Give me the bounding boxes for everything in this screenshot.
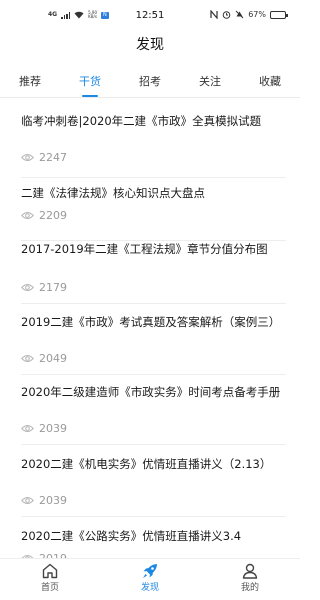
article-title[interactable]: 2020二建《公路实务》优情班直播讲义3.4 — [21, 528, 283, 545]
view-count: 2179 — [39, 281, 67, 294]
eye-icon — [21, 425, 34, 432]
alarm-icon — [222, 11, 231, 19]
list-item[interactable]: 临考冲刺卷|2020年二建《市政》全真模拟试题 2247 — [0, 98, 300, 178]
status-bar: 4G 5.90 KB/s N 12:51 67% — [0, 0, 300, 30]
mute-icon — [235, 10, 244, 19]
list-divider — [21, 303, 286, 304]
article-views: 2179 — [21, 281, 67, 294]
home-icon — [42, 563, 58, 579]
nfc-icon — [210, 10, 218, 19]
tab-recommend[interactable]: 推荐 — [19, 73, 41, 89]
list-divider — [21, 516, 286, 517]
list-item[interactable]: 2017-2019年二建《工程法规》章节分值分布图 2179 — [0, 241, 300, 317]
tab-favorites[interactable]: 收藏 — [259, 73, 281, 89]
list-item[interactable]: 2020二建《公路实务》优情班直播讲义3.4 2019 — [0, 526, 300, 558]
nav-profile-label: 我的 — [240, 583, 259, 593]
view-count: 2247 — [39, 151, 67, 164]
eye-icon — [21, 497, 34, 504]
battery-icon — [270, 10, 288, 19]
article-views: 2247 — [21, 151, 67, 164]
list-item[interactable]: 二建《法律法规》核心知识点大盘点 2209 — [0, 178, 300, 241]
tab-recruitment[interactable]: 招考 — [139, 73, 161, 89]
nav-discover-label: 发现 — [140, 583, 159, 593]
article-views: 2209 — [21, 209, 67, 222]
nav-profile[interactable]: 我的 — [220, 562, 280, 594]
view-count: 2209 — [39, 209, 67, 222]
list-item[interactable]: 2019二建《市政》考试真题及答案解析（案例三） 2049 — [0, 312, 300, 386]
article-views: 2049 — [21, 352, 67, 365]
bottom-nav: 首页 发现 我的 — [0, 558, 300, 600]
eye-icon — [21, 284, 34, 291]
eye-icon — [21, 154, 34, 161]
tab-following[interactable]: 关注 — [199, 73, 221, 89]
article-title[interactable]: 二建《法律法规》核心知识点大盘点 — [21, 185, 283, 202]
rocket-icon — [143, 564, 157, 578]
article-views: 2039 — [21, 494, 67, 507]
tab-essentials[interactable]: 干货 — [79, 73, 101, 89]
article-title[interactable]: 临考冲刺卷|2020年二建《市政》全真模拟试题 — [21, 113, 283, 130]
list-divider — [21, 444, 286, 445]
eye-icon — [21, 212, 34, 219]
status-right-group: 67% — [210, 10, 288, 19]
article-title[interactable]: 2020二建《机电实务》优情班直播讲义（2.13） — [21, 456, 283, 473]
view-count: 2049 — [39, 352, 67, 365]
list-item[interactable]: 2020二建《机电实务》优情班直播讲义（2.13） 2039 — [0, 454, 300, 528]
article-list[interactable]: 临考冲刺卷|2020年二建《市政》全真模拟试题 2247 二建《法律法规》核心知… — [0, 98, 300, 558]
user-icon — [242, 563, 258, 579]
article-title[interactable]: 2020年二级建造师《市政实务》时间考点备考手册 — [21, 384, 283, 401]
nav-discover[interactable]: 发现 — [120, 562, 180, 594]
article-title[interactable]: 2019二建《市政》考试真题及答案解析（案例三） — [21, 314, 283, 331]
article-title[interactable]: 2017-2019年二建《工程法规》章节分值分布图 — [21, 241, 283, 258]
page-title: 发现 — [136, 37, 164, 53]
article-views: 2039 — [21, 422, 67, 435]
list-item[interactable]: 2020年二级建造师《市政实务》时间考点备考手册 2039 — [0, 382, 300, 458]
list-divider — [21, 374, 286, 375]
nav-home-label: 首页 — [40, 583, 59, 593]
eye-icon — [21, 355, 34, 362]
view-count: 2039 — [39, 494, 67, 507]
tab-bar: 推荐 干货 招考 关注 收藏 — [0, 66, 300, 98]
nav-home[interactable]: 首页 — [20, 562, 80, 594]
view-count: 2039 — [39, 422, 67, 435]
battery-percent: 67% — [248, 10, 266, 19]
